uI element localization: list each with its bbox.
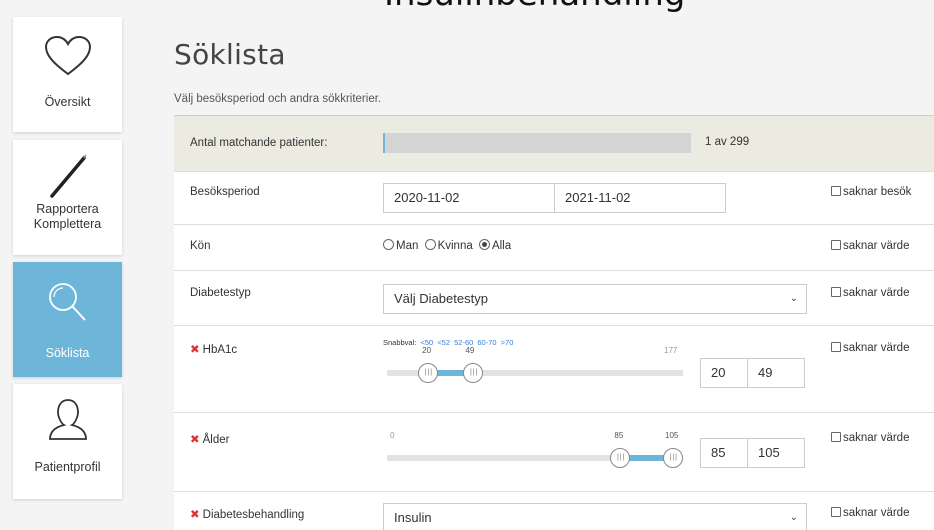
age-max-input[interactable]: 105 xyxy=(747,438,805,468)
sidebar-item-label: Patientprofil xyxy=(34,460,101,474)
sidebar-item-label: Rapportera xyxy=(36,202,99,216)
slider-low-label: 20 xyxy=(422,346,432,355)
gender-option-kvinna[interactable]: Kvinna xyxy=(424,239,473,252)
user-icon xyxy=(48,399,87,440)
slider-high-handle[interactable]: | | | xyxy=(663,448,683,468)
radio-icon xyxy=(424,239,436,250)
missing-gender-label: saknar värde xyxy=(843,240,910,252)
diabetes-treatment-select[interactable]: Insulin ⌄ xyxy=(383,503,807,530)
page-title: Söklista xyxy=(174,38,286,71)
chevron-down-icon: ⌄ xyxy=(789,512,798,523)
missing-age-checkbox[interactable]: saknar värde xyxy=(831,432,909,444)
gender-label: Kön xyxy=(190,240,211,252)
slider-high-label: 49 xyxy=(465,346,475,355)
sidebar-item-rapportera[interactable]: Rapportera Komplettera xyxy=(13,140,122,255)
age-label[interactable]: ✖ Ålder xyxy=(190,432,230,446)
gender-row: Kön Man Kvinna Alla saknar värde xyxy=(174,224,934,270)
slider-high-label: 105 xyxy=(665,431,679,440)
missing-diabetes-type-label: saknar värde xyxy=(843,287,910,299)
missing-treatment-label: saknar värde xyxy=(843,507,910,519)
age-label-text: Ålder xyxy=(202,434,230,446)
hba1c-min-input[interactable]: 20 xyxy=(700,358,748,388)
sidebar-item-label-2: Komplettera xyxy=(33,217,102,231)
missing-visit-checkbox[interactable]: saknar besök xyxy=(831,186,911,198)
slider-high-handle[interactable]: | | | xyxy=(463,363,484,383)
missing-visit-label: saknar besök xyxy=(843,186,912,198)
radio-icon xyxy=(383,239,394,250)
gender-option-label: Alla xyxy=(491,240,512,252)
missing-age-label: saknar värde xyxy=(843,432,910,444)
remove-icon[interactable]: ✖ xyxy=(190,509,200,521)
hba1c-label-text: HbA1c xyxy=(202,344,238,356)
diabetes-treatment-value: Insulin xyxy=(394,510,432,525)
sidebar: Översikt Rapportera Komplettera Söklista… xyxy=(0,0,135,530)
sidebar-item-patientprofil[interactable]: Patientprofil xyxy=(13,384,122,499)
slider-low-handle[interactable]: | | | xyxy=(418,363,439,383)
visit-from-date-input[interactable]: 2020-11-02 xyxy=(383,183,555,213)
page-top-title: Insulinbehandling xyxy=(384,0,685,14)
hba1c-max-input[interactable]: 49 xyxy=(747,358,805,388)
heart-icon xyxy=(44,35,91,76)
age-range-slider[interactable]: 0 85 105 | | | | | | xyxy=(387,431,683,471)
radio-selected-icon xyxy=(478,239,490,250)
gender-option-label: Man xyxy=(396,240,419,252)
diabetes-type-select[interactable]: Välj Diabetestyp ⌄ xyxy=(383,284,807,314)
diabetes-type-value: Välj Diabetestyp xyxy=(394,291,488,306)
slider-min-label: 0 xyxy=(390,431,395,440)
age-row: ✖ Ålder 0 85 105 | | | | | | 85 105 sakna… xyxy=(174,412,934,491)
hba1c-label[interactable]: ✖ HbA1c xyxy=(190,342,237,356)
slider-low-label: 85 xyxy=(614,431,624,440)
sidebar-item-label: Översikt xyxy=(44,95,91,109)
matching-patients-label: Antal matchande patienter: xyxy=(190,137,328,149)
missing-hba1c-label: saknar värde xyxy=(843,342,910,354)
remove-icon[interactable]: ✖ xyxy=(190,434,200,446)
checkbox-icon xyxy=(831,432,841,442)
checkbox-icon xyxy=(831,186,841,196)
sidebar-item-soklista[interactable]: Söklista xyxy=(13,262,122,377)
missing-hba1c-checkbox[interactable]: saknar värde xyxy=(831,342,909,354)
checkbox-icon xyxy=(831,342,841,352)
missing-treatment-checkbox[interactable]: saknar värde xyxy=(831,507,909,519)
diabetes-treatment-row: ✖ Diabetesbehandling Insulin ⌄ saknar vär… xyxy=(174,491,934,530)
diabetes-type-label: Diabetestyp xyxy=(190,287,251,299)
visit-period-row: Besöksperiod 2020-11-02 2021-11-02 sakna… xyxy=(174,171,934,224)
missing-gender-checkbox[interactable]: saknar värde xyxy=(831,240,909,252)
matching-progress-bar xyxy=(383,133,691,153)
visit-to-date-input[interactable]: 2021-11-02 xyxy=(554,183,726,213)
matching-patients-row: Antal matchande patienter: 1 av 299 xyxy=(174,115,934,171)
diabetes-treatment-label-text: Diabetesbehandling xyxy=(202,509,305,521)
sidebar-item-oversikt[interactable]: Översikt xyxy=(13,17,122,132)
pen-icon xyxy=(49,154,87,198)
diabetes-type-row: Diabetestyp Välj Diabetestyp ⌄ saknar vä… xyxy=(174,270,934,325)
gender-radio-group: Man Kvinna Alla xyxy=(383,239,514,252)
hba1c-row: ✖ HbA1c Snabbval: <50 <52 52-60 60-70 >70… xyxy=(174,325,934,412)
checkbox-icon xyxy=(831,507,841,517)
gender-option-alla[interactable]: Alla xyxy=(478,239,512,252)
hba1c-range-slider[interactable]: 20 49 177 | | | | | | xyxy=(387,346,683,386)
page-subtitle: Välj besöksperiod och andra sökkriterier… xyxy=(174,93,382,105)
slider-low-handle[interactable]: | | | xyxy=(610,448,631,468)
chevron-down-icon: ⌄ xyxy=(789,293,798,304)
sidebar-item-label: Söklista xyxy=(45,346,90,360)
visit-period-label: Besöksperiod xyxy=(190,186,260,198)
checkbox-icon xyxy=(831,287,841,297)
checkbox-icon xyxy=(831,240,841,250)
slider-max-label: 177 xyxy=(664,346,678,355)
diabetes-treatment-label[interactable]: ✖ Diabetesbehandling xyxy=(190,507,304,521)
gender-option-label: Kvinna xyxy=(437,240,473,252)
remove-icon[interactable]: ✖ xyxy=(190,344,200,356)
page: Insulinbehandling Översikt Rapportera Ko… xyxy=(0,0,934,530)
missing-diabetes-type-checkbox[interactable]: saknar värde xyxy=(831,287,909,299)
matching-count: 1 av 299 xyxy=(705,136,750,148)
gender-option-man[interactable]: Man xyxy=(383,239,419,252)
age-min-input[interactable]: 85 xyxy=(700,438,748,468)
search-icon xyxy=(48,283,86,321)
